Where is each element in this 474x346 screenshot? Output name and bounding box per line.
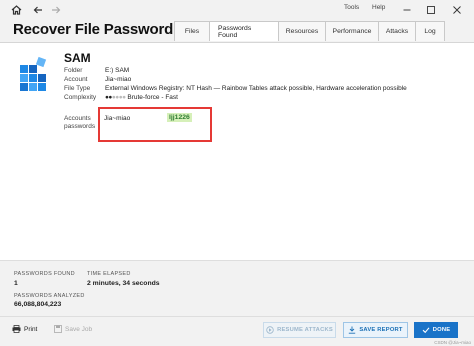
- menu-tools[interactable]: Tools: [344, 4, 359, 11]
- complexity-row: Complexity ●●●●●● Brute-force - Fast: [64, 94, 178, 101]
- registry-file-icon: [20, 56, 47, 91]
- back-arrow-icon[interactable]: [30, 2, 46, 18]
- app-header: Recover File Password Files Passwords Fo…: [0, 20, 474, 42]
- tab-passwords-found[interactable]: Passwords Found: [209, 21, 279, 41]
- time-elapsed-value: 2 minutes, 34 seconds: [87, 280, 160, 287]
- filetype-label: File Type: [64, 85, 91, 92]
- complexity-label: Complexity: [64, 94, 97, 101]
- printer-icon: [12, 325, 21, 333]
- home-icon[interactable]: [8, 2, 24, 18]
- complexity-meter: ●●●●●●: [105, 94, 126, 101]
- folder-label: Folder: [64, 67, 83, 74]
- forward-arrow-icon[interactable]: [48, 2, 64, 18]
- close-icon[interactable]: [449, 2, 465, 18]
- time-elapsed-label: TIME ELAPSED: [87, 271, 131, 277]
- tab-bar: Files Passwords Found Resources Performa…: [174, 21, 445, 41]
- found-password[interactable]: ljj1226: [167, 113, 192, 122]
- folder-value: E:) SAM: [105, 67, 130, 74]
- tab-log[interactable]: Log: [415, 21, 445, 41]
- download-icon: [349, 326, 356, 334]
- passwords-analyzed-value: 66,088,804,223: [14, 301, 62, 308]
- resume-attacks-button[interactable]: RESUME ATTACKS: [263, 322, 336, 338]
- file-name: SAM: [64, 51, 91, 65]
- watermark: CSDN @Jia~miao: [434, 340, 471, 345]
- save-report-button[interactable]: SAVE REPORT: [343, 322, 408, 338]
- minimize-icon[interactable]: [399, 2, 415, 18]
- save-job-button[interactable]: Save Job: [54, 325, 92, 333]
- highlight-box: [98, 107, 212, 142]
- resume-attacks-label: RESUME ATTACKS: [277, 327, 333, 333]
- print-button[interactable]: Print: [12, 325, 37, 333]
- filetype-row: File Type External Windows Registry: NT H…: [64, 85, 407, 92]
- passwords-found-value: 1: [14, 280, 18, 287]
- done-label: DONE: [432, 327, 451, 333]
- account-value: Jia~miao: [105, 76, 132, 83]
- done-button[interactable]: DONE: [414, 322, 458, 338]
- footer-toolbar: Print Save Job RESUME ATTACKS SAVE REPOR…: [0, 316, 474, 346]
- stats-panel: PASSWORDS FOUND 1 TIME ELAPSED 2 minutes…: [0, 260, 474, 316]
- checkmark-icon: [422, 327, 430, 334]
- title-bar: Tools Help: [0, 0, 474, 20]
- resume-icon: [266, 326, 274, 334]
- passwords-found-panel: SAM Folder E:) SAM Account Jia~miao File T…: [0, 42, 474, 260]
- passwords-found-label: PASSWORDS FOUND: [14, 271, 75, 277]
- tab-files[interactable]: Files: [174, 21, 210, 41]
- account-row: Account Jia~miao: [64, 76, 131, 83]
- menu-help[interactable]: Help: [372, 4, 385, 11]
- save-report-label: SAVE REPORT: [359, 327, 403, 333]
- tab-performance[interactable]: Performance: [325, 21, 379, 41]
- tab-resources[interactable]: Resources: [278, 21, 326, 41]
- maximize-icon[interactable]: [423, 2, 439, 18]
- accounts-passwords-label: Accounts passwords: [64, 115, 96, 130]
- account-username: Jia~miao: [104, 115, 131, 122]
- passwords-analyzed-label: PASSWORDS ANALYZED: [14, 293, 85, 299]
- account-label: Account: [64, 76, 88, 83]
- save-disk-icon: [54, 325, 62, 333]
- tab-attacks[interactable]: Attacks: [378, 21, 416, 41]
- page-title: Recover File Password: [13, 21, 174, 38]
- complexity-value: Brute-force - Fast: [127, 94, 178, 101]
- print-label: Print: [24, 325, 38, 333]
- filetype-value: External Windows Registry: NT Hash — Rai…: [105, 85, 407, 92]
- save-job-label: Save Job: [65, 325, 93, 333]
- folder-row: Folder E:) SAM: [64, 67, 129, 74]
